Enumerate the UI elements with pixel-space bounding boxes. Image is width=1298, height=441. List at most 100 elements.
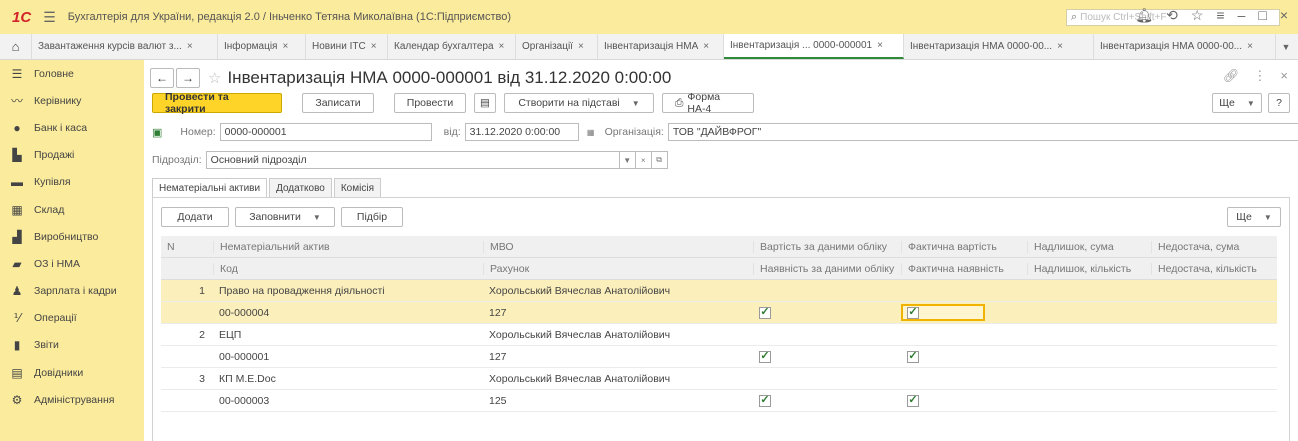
favorite-star-icon[interactable]: ☆ <box>208 69 221 87</box>
open-link-icon[interactable]: ⧉ <box>651 151 668 169</box>
table-header-bottom: Код Рахунок Наявність за даними обліку Ф… <box>161 258 1277 280</box>
table-row[interactable]: 1 Право на провадження діяльності Хороль… <box>161 280 1277 302</box>
create-based-on-button[interactable]: Створити на підставі ▼ <box>504 93 654 113</box>
table-row[interactable]: 00-000001 127 ✓ ✓ <box>161 346 1277 368</box>
clear-icon[interactable]: × <box>635 151 652 169</box>
sidebar-item-assets[interactable]: ▰ ОЗ і НМА <box>0 250 144 277</box>
page-title: Інвентаризація НМА 0000-000001 від 31.12… <box>227 68 672 87</box>
tabs-more-icon[interactable]: ▼ <box>1276 34 1296 59</box>
tab-close-icon[interactable]: × <box>282 41 288 52</box>
close-form-icon[interactable]: × <box>1280 68 1288 84</box>
sidebar-item-purchases[interactable]: ▬ Купівля <box>0 169 144 196</box>
sidebar-item-reports[interactable]: ▮ Звіти <box>0 332 144 359</box>
add-row-button[interactable]: Додати <box>161 207 229 227</box>
tab-close-icon[interactable]: × <box>1057 41 1063 52</box>
actual-presence-checkbox[interactable]: ✓ <box>907 350 919 363</box>
department-row: Підрозділ: Основний підрозділ ▼ × ⧉ <box>152 151 668 169</box>
tab-close-icon[interactable]: × <box>1247 41 1253 52</box>
tab-close-icon[interactable]: × <box>703 41 709 52</box>
link-icon[interactable]: 🔗︎ <box>1223 68 1240 84</box>
home-icon[interactable]: ⌂ <box>0 34 32 59</box>
more-button[interactable]: Ще ▼ <box>1212 93 1262 113</box>
tab-nma-inventory-3[interactable]: Інвентаризація НМА 0000-00... × <box>1094 34 1276 59</box>
actual-presence-checkbox[interactable]: ✓ <box>907 306 919 319</box>
post-and-close-button[interactable]: Провести та закрити <box>152 91 282 115</box>
sidebar-item-salary[interactable]: ♟ Зарплата і кадри <box>0 278 144 305</box>
tab-its-news[interactable]: Новини ITC × <box>306 34 388 59</box>
document-form: ← → ☆ Інвентаризація НМА 0000-000001 від… <box>144 60 1298 441</box>
help-button[interactable]: ? <box>1268 93 1290 113</box>
date-field[interactable]: 31.12.2020 0:00:00 <box>464 123 579 141</box>
chevron-down-icon[interactable]: ▼ <box>619 151 636 169</box>
sidebar-item-operations[interactable]: ⅟ Операції <box>0 305 144 332</box>
table-toolbar: Додати Заповнити ▼ Підбір Ще ▼ <box>161 206 1281 228</box>
more-vertical-icon[interactable]: ⋮ <box>1253 68 1266 84</box>
history-icon[interactable]: ⟲ <box>1166 7 1178 24</box>
form-na4-button[interactable]: ⎙ Форма НА-4 <box>662 91 754 115</box>
title-bar: 1С ☰ Бухгалтерія для України, редакція 2… <box>0 0 1298 34</box>
sidebar-item-sales[interactable]: ▙ Продажі <box>0 142 144 169</box>
back-button[interactable]: ← <box>150 68 174 88</box>
sidebar-item-bank-cash[interactable]: ● Банк і каса <box>0 114 144 141</box>
table-row[interactable]: 3 КП M.E.Doc Хорольський Вячеслав Анатол… <box>161 368 1277 390</box>
sidebar-item-main[interactable]: ☰ Головне <box>0 60 144 87</box>
tab-nma-inventory-2[interactable]: Інвентаризація НМА 0000-00... × <box>904 34 1094 59</box>
department-field[interactable]: Основний підрозділ <box>205 151 620 169</box>
tab-close-icon[interactable]: × <box>499 41 505 52</box>
organization-field[interactable]: ТОВ "ДАЙВФРОГ" <box>667 123 1298 141</box>
chart-icon: 〰 <box>10 94 23 109</box>
sidebar-item-administration[interactable]: ⚙ Адміністрування <box>0 386 144 413</box>
number-field[interactable]: 0000-000001 <box>219 123 432 141</box>
pick-button[interactable]: Підбір <box>341 207 403 227</box>
book-presence-checkbox[interactable]: ✓ <box>759 306 771 319</box>
tab-currency-rates[interactable]: Завантаження курсів валют з... × <box>32 34 218 59</box>
tab-nma-inventory-active[interactable]: Інвентаризація ... 0000-000001 × <box>724 34 904 59</box>
sidebar-item-directories[interactable]: ▤ Довідники <box>0 359 144 386</box>
book-presence-checkbox[interactable]: ✓ <box>759 394 771 407</box>
notifications-icon[interactable]: 🔔︎ <box>1135 7 1153 24</box>
actual-presence-cell-focused[interactable]: ✓ <box>901 304 985 321</box>
bank-icon: ● <box>13 120 21 135</box>
chevron-down-icon: ▼ <box>1263 212 1272 222</box>
warehouse-icon: ▦ <box>11 202 23 217</box>
favorites-icon[interactable]: ☆ <box>1191 7 1204 24</box>
document-toolbar: Провести та закрити Записати Провести ▤ … <box>152 91 1290 115</box>
fill-button[interactable]: Заповнити ▼ <box>235 207 335 227</box>
tab-accountant-calendar[interactable]: Календар бухгалтера × <box>388 34 516 59</box>
table-header-top: N Нематеріальний актив МВО Вартість за д… <box>161 236 1277 258</box>
factory-icon: ▟ <box>12 229 22 244</box>
save-button[interactable]: Записати <box>302 93 374 113</box>
forward-button[interactable]: → <box>176 68 200 88</box>
minimize-icon[interactable]: – <box>1238 7 1246 24</box>
table-more-button[interactable]: Ще ▼ <box>1227 207 1281 227</box>
header-actions: 🔗︎ ⋮ × <box>1223 68 1288 84</box>
tab-nma-inventory-list[interactable]: Інвентаризація НМА × <box>598 34 724 59</box>
tab-close-icon[interactable]: × <box>877 40 883 51</box>
maximize-icon[interactable]: □ <box>1258 7 1266 24</box>
tab-close-icon[interactable]: × <box>371 41 377 52</box>
post-button[interactable]: Провести <box>394 93 466 113</box>
table-row[interactable]: 2 ЕЦП Хорольський Вячеслав Анатолійович <box>161 324 1277 346</box>
tab-information[interactable]: Інформація × <box>218 34 306 59</box>
tab-close-icon[interactable]: × <box>187 41 193 52</box>
table-row[interactable]: 00-000003 125 ✓ ✓ <box>161 390 1277 412</box>
tab-close-icon[interactable]: × <box>578 41 584 52</box>
tab-commission[interactable]: Комісія <box>333 178 381 198</box>
table-row[interactable]: 00-000004 127 ✓ ✓ <box>161 302 1277 324</box>
assets-table: N Нематеріальний актив МВО Вартість за д… <box>161 236 1277 412</box>
tab-additional[interactable]: Додатково <box>269 178 332 198</box>
menu-icon: ☰ <box>11 66 23 81</box>
sidebar-item-manager[interactable]: 〰 Керівнику <box>0 87 144 114</box>
sidebar-item-production[interactable]: ▟ Виробництво <box>0 223 144 250</box>
actual-presence-checkbox[interactable]: ✓ <box>907 394 919 407</box>
main-menu-icon[interactable]: ☰ <box>43 9 56 26</box>
tab-intangible-assets[interactable]: Нематеріальні активи <box>152 178 268 198</box>
book-presence-checkbox[interactable]: ✓ <box>759 350 771 363</box>
chevron-down-icon: ▼ <box>631 98 640 108</box>
calendar-icon[interactable]: ▦ <box>582 123 599 141</box>
print-doc-icon[interactable]: ▤ <box>474 93 496 113</box>
tab-organizations[interactable]: Організації × <box>516 34 598 59</box>
close-icon[interactable]: × <box>1280 7 1288 24</box>
settings-menu-icon[interactable]: ≡ <box>1216 7 1224 24</box>
sidebar-item-warehouse[interactable]: ▦ Склад <box>0 196 144 223</box>
